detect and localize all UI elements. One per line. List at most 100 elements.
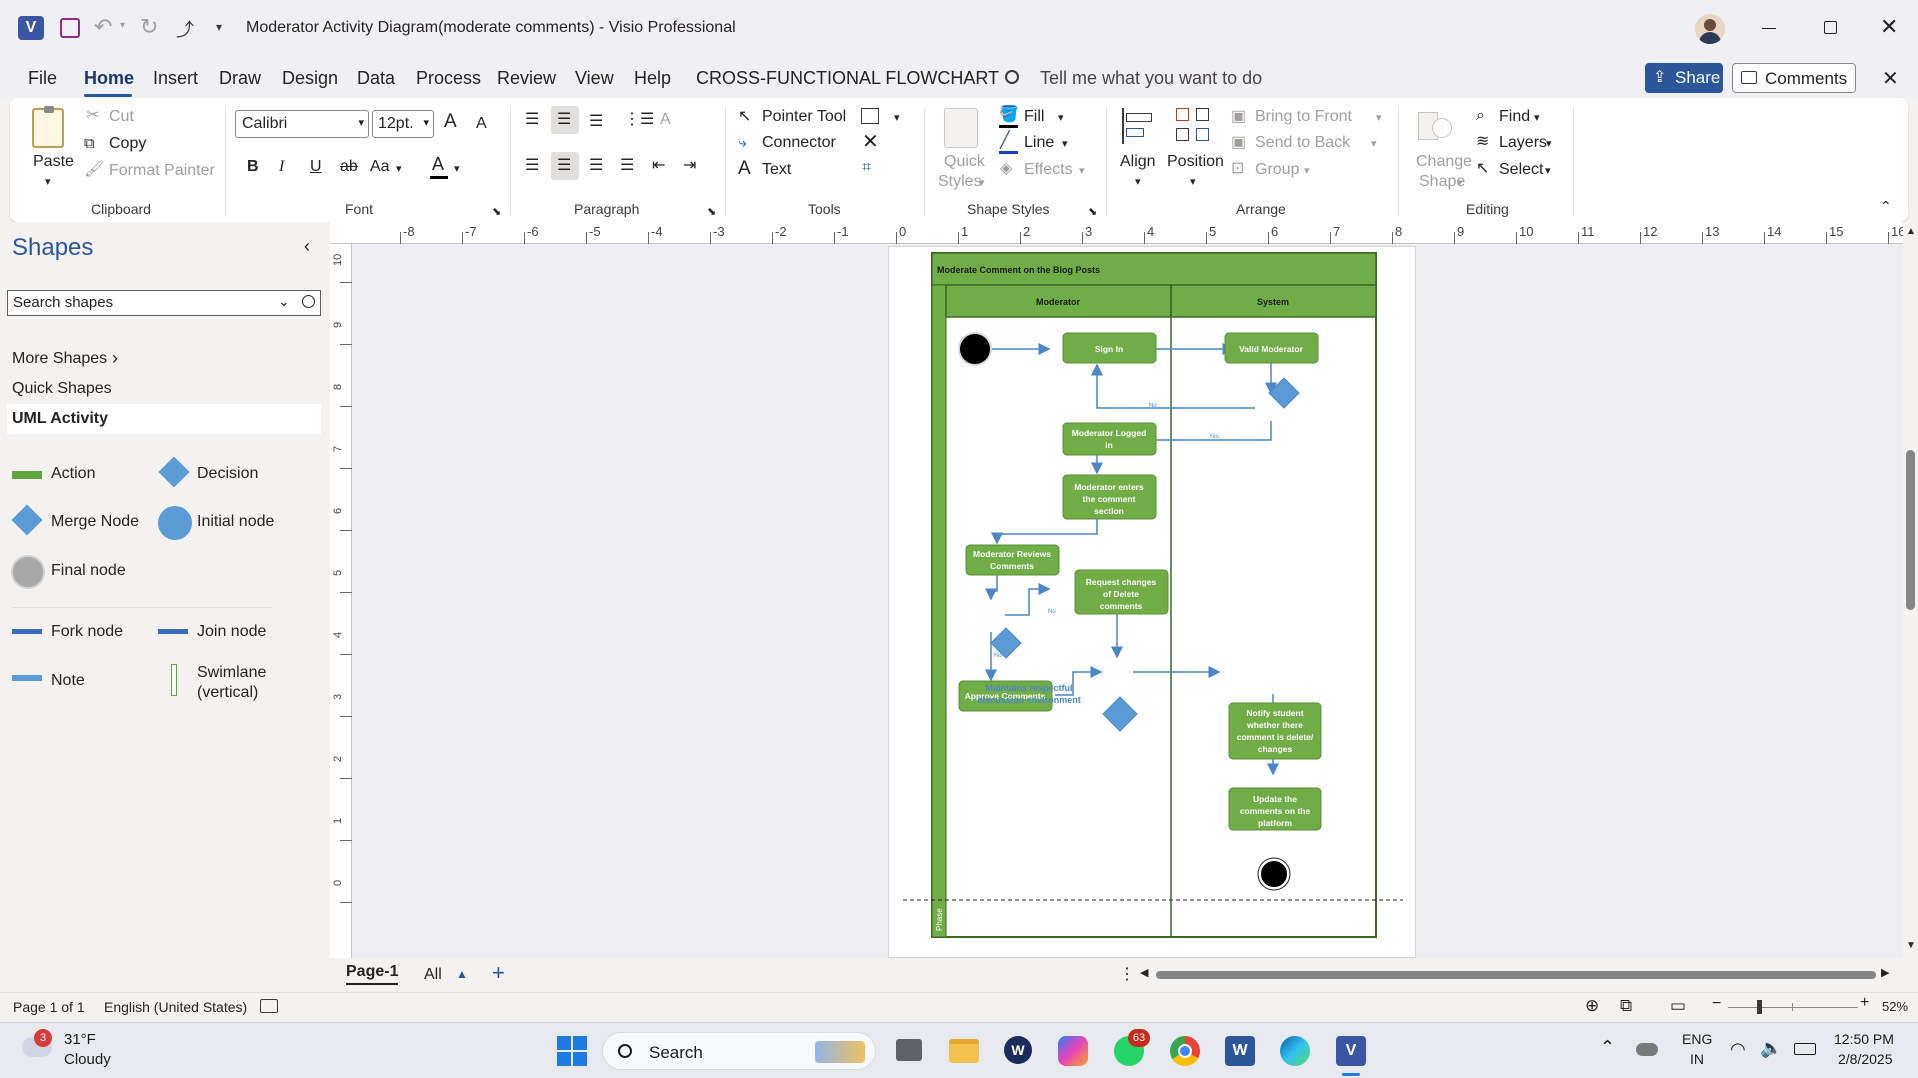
add-page-icon[interactable]: +	[492, 960, 505, 986]
accessibility-icon[interactable]	[260, 999, 278, 1013]
windows-start-icon[interactable]	[557, 1036, 587, 1066]
align-bottom-icon[interactable]: ☰	[589, 112, 603, 132]
more-shapes-button[interactable]: More Shapes	[12, 350, 107, 368]
word-icon[interactable]: W	[1225, 1036, 1255, 1066]
connection-point-icon[interactable]: ⌗	[862, 158, 871, 178]
search-shapes-input[interactable]: Search shapes ⌄	[7, 290, 321, 316]
more-options-icon[interactable]: ⋮	[1119, 964, 1135, 984]
scroll-up-icon[interactable]: ▲	[1906, 226, 1916, 237]
volume-icon[interactable]: 🔈	[1760, 1038, 1782, 1059]
join-node-bar-icon[interactable]	[158, 629, 188, 634]
chevron-right-icon[interactable]: ›	[112, 348, 118, 369]
change-case-button[interactable]: Aa	[370, 157, 390, 177]
connector-button[interactable]: Connector	[762, 133, 836, 153]
chevron-down-icon[interactable]: ▾	[1457, 173, 1463, 193]
layers-button[interactable]: Layers	[1499, 133, 1547, 153]
tab-help[interactable]: Help	[634, 68, 671, 89]
task-view-icon[interactable]	[896, 1039, 922, 1061]
chevron-down-icon[interactable]: ▾	[1304, 161, 1310, 181]
tab-draw[interactable]: Draw	[219, 68, 261, 89]
vertical-scrollbar[interactable]: ▲ ▼	[1903, 222, 1918, 958]
switch-windows-icon[interactable]: ⧉	[1620, 996, 1632, 1016]
justify-icon[interactable]: ☰	[620, 156, 634, 176]
weather-temperature[interactable]: 31°F	[64, 1031, 96, 1048]
paste-button[interactable]: Paste	[33, 152, 74, 172]
chevron-down-icon[interactable]: ⌄	[278, 293, 290, 310]
all-pages-chevron-icon[interactable]: ▲	[456, 967, 468, 981]
tab-home[interactable]: Home	[84, 68, 134, 89]
cut-button[interactable]: Cut	[109, 107, 134, 127]
rectangle-tool-icon[interactable]	[861, 108, 879, 124]
zoom-slider[interactable]	[1728, 1000, 1858, 1014]
align-middle-icon[interactable]: ☰	[551, 106, 579, 134]
final-node-label[interactable]: Final node	[51, 562, 126, 580]
shrink-font-button[interactable]: A	[476, 114, 487, 134]
fit-page-icon[interactable]: ⊕	[1585, 996, 1599, 1016]
join-node-label[interactable]: Join node	[197, 623, 266, 641]
align-top-icon[interactable]: ☰	[525, 110, 539, 130]
chevron-down-icon[interactable]: ▾	[454, 159, 460, 179]
page-tab-page-1[interactable]: Page-1	[346, 963, 399, 985]
line-tool-icon[interactable]: ✕	[862, 132, 879, 152]
copilot-icon[interactable]	[1058, 1036, 1088, 1066]
chevron-down-icon[interactable]: ▾	[979, 173, 985, 193]
quick-styles-label-1[interactable]: Quick	[944, 152, 985, 172]
taskbar-search-box[interactable]: Search	[602, 1032, 876, 1070]
increase-indent-icon[interactable]: ⇥	[683, 156, 696, 176]
align-right-icon[interactable]: ☰	[589, 156, 603, 176]
decision-shape-label[interactable]: Decision	[197, 465, 258, 483]
quick-shapes-button[interactable]: Quick Shapes	[12, 380, 112, 398]
visio-taskbar-icon[interactable]: V	[1336, 1036, 1366, 1066]
merge-node-label[interactable]: Merge Node	[51, 513, 139, 531]
font-size-select[interactable]: 12pt. ▾	[372, 110, 434, 138]
tell-me-search[interactable]: Tell me what you want to do	[1040, 68, 1262, 89]
chevron-down-icon[interactable]: ▾	[1371, 134, 1377, 154]
find-button[interactable]: Find	[1499, 107, 1530, 127]
zoom-slider-thumb[interactable]	[1757, 1000, 1762, 1014]
tab-data[interactable]: Data	[357, 68, 395, 89]
change-shape-label-1[interactable]: Change	[1416, 152, 1472, 172]
initial-node-circle-icon[interactable]	[158, 506, 192, 540]
tab-process[interactable]: Process	[416, 68, 481, 89]
clock-time[interactable]: 12:50 PM	[1834, 1031, 1894, 1047]
show-hidden-icons-chevron-icon[interactable]: ⌃	[1600, 1037, 1615, 1058]
text-direction-icon[interactable]: A	[660, 110, 671, 130]
effects-button[interactable]: Effects	[1024, 160, 1073, 180]
chevron-down-icon[interactable]: ▾	[1545, 161, 1551, 181]
note-label[interactable]: Note	[51, 672, 85, 690]
paste-icon[interactable]	[32, 106, 64, 148]
app-w-icon[interactable]: W	[1004, 1036, 1032, 1064]
chevron-down-icon[interactable]: ▾	[1079, 161, 1085, 181]
zoom-in-icon[interactable]: +	[1860, 994, 1869, 1012]
comments-button[interactable]: Comments	[1732, 63, 1856, 93]
fork-node-bar-icon[interactable]	[12, 629, 42, 634]
scroll-right-icon[interactable]: ▶	[1881, 966, 1889, 979]
collapse-panel-icon[interactable]: ‹	[304, 236, 310, 257]
close-icon[interactable]: ✕	[1880, 14, 1898, 40]
position-button[interactable]: Position	[1167, 152, 1224, 172]
grow-font-button[interactable]: A	[444, 112, 457, 132]
final-node-circle-icon[interactable]	[11, 555, 45, 589]
paragraph-dialog-launcher-icon[interactable]: ⬊	[707, 202, 716, 222]
group-button[interactable]: Group	[1255, 160, 1299, 180]
tab-view[interactable]: View	[575, 68, 614, 89]
align-left-icon[interactable]: ☰	[525, 156, 539, 176]
action-shape-label[interactable]: Action	[51, 465, 95, 483]
chevron-down-icon[interactable]: ▾	[894, 108, 900, 128]
chevron-down-icon[interactable]: ▾	[1058, 108, 1064, 128]
bold-button[interactable]: B	[247, 157, 259, 177]
align-center-icon[interactable]: ☰	[551, 152, 579, 180]
clock-date[interactable]: 2/8/2025	[1838, 1051, 1893, 1067]
edge-icon[interactable]	[1280, 1036, 1310, 1066]
quick-styles-label-2[interactable]: Styles	[938, 172, 982, 192]
quick-styles-icon[interactable]	[944, 108, 978, 148]
format-painter-button[interactable]: Format Painter	[109, 161, 215, 181]
pointer-tool-button[interactable]: Pointer Tool	[762, 107, 846, 127]
close-ribbon-icon[interactable]: ✕	[1882, 66, 1899, 91]
undo-icon[interactable]: ↶	[94, 14, 112, 40]
tab-file[interactable]: File	[28, 68, 57, 89]
swimlane-label[interactable]: Swimlane (vertical)	[197, 663, 266, 703]
customize-qat-icon[interactable]: ▾	[216, 20, 222, 34]
zoom-level[interactable]: 52%	[1882, 999, 1908, 1014]
restore-icon[interactable]	[1824, 21, 1837, 34]
